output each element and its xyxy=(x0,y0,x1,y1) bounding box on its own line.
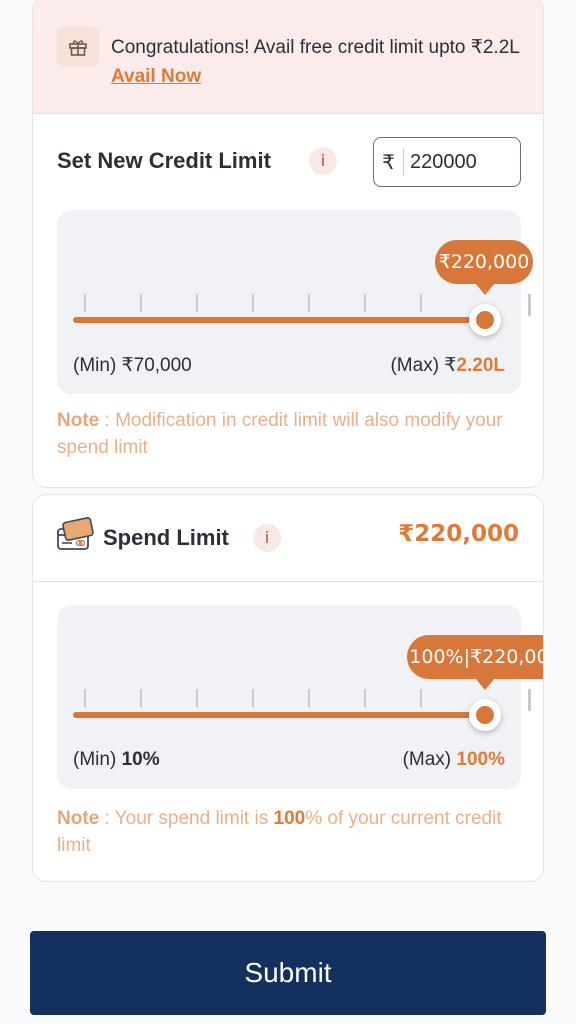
tick xyxy=(420,689,422,707)
submit-button[interactable]: Submit xyxy=(30,931,546,1015)
max-value: 2.20L xyxy=(456,355,505,376)
divider xyxy=(33,581,543,582)
credit-limit-amount-field[interactable]: ₹ xyxy=(373,137,521,187)
slider-ticks xyxy=(84,689,504,707)
credit-limit-info-icon[interactable]: i xyxy=(309,147,337,175)
tick xyxy=(140,294,142,312)
spend-limit-max-label: (Max) 100% xyxy=(403,749,505,771)
spend-limit-slider-thumb[interactable] xyxy=(469,699,501,731)
credit-limit-slider-panel: ₹220,000 (Min) ₹70,000 (Max) ₹2.20L xyxy=(57,210,533,394)
max-prefix: (Max) ₹ xyxy=(390,355,457,376)
spend-limit-slider-panel: 100%|₹220,000 (Min) 10% (Max) 100% xyxy=(57,605,543,789)
credit-limit-slider-track[interactable] xyxy=(73,317,485,323)
credit-limit-title: Set New Credit Limit xyxy=(57,148,271,173)
note-text: : Modification in credit limit will also… xyxy=(57,410,503,458)
tick xyxy=(308,689,310,707)
offer-banner: Congratulations! Avail free credit limit… xyxy=(33,0,543,114)
tick xyxy=(364,689,366,707)
avail-now-link[interactable]: Avail Now xyxy=(111,66,201,87)
credit-card-icon xyxy=(57,517,94,550)
min-value: 10% xyxy=(121,749,160,770)
spend-limit-slider-track[interactable] xyxy=(73,712,485,718)
tick xyxy=(420,294,422,312)
credit-limit-slider-thumb[interactable] xyxy=(469,304,501,336)
spend-limit-value-bubble: 100%|₹220,000 xyxy=(407,635,543,679)
credit-limit-max-label: (Max) ₹2.20L xyxy=(390,354,505,377)
min-prefix: (Min) xyxy=(73,749,122,770)
tick xyxy=(84,294,86,312)
tick xyxy=(196,689,198,707)
note-key: Note xyxy=(57,808,100,829)
spend-limit-value: ₹220,000 xyxy=(398,521,519,547)
slider-ticks xyxy=(84,294,504,312)
spend-limit-card: Spend Limit i ₹220,000 100%|₹220,000 (Mi… xyxy=(32,494,544,882)
spend-limit-title: Spend Limit xyxy=(103,525,229,550)
gift-icon xyxy=(57,27,99,67)
credit-limit-min-label: (Min) ₹70,000 xyxy=(73,355,192,376)
max-prefix: (Max) xyxy=(402,749,457,770)
spend-limit-info-icon[interactable]: i xyxy=(253,524,281,552)
offer-banner-text: Congratulations! Avail free credit limit… xyxy=(111,33,531,91)
tick xyxy=(84,689,86,707)
slider-end-marker xyxy=(528,294,531,316)
credit-limit-input[interactable] xyxy=(404,150,514,174)
note-text: : Your spend limit is xyxy=(99,808,274,829)
tick xyxy=(364,294,366,312)
tick xyxy=(140,689,142,707)
rupee-prefix: ₹ xyxy=(374,148,404,176)
slider-end-marker xyxy=(528,689,531,711)
spend-limit-min-label: (Min) 10% xyxy=(73,749,160,771)
tick xyxy=(252,294,254,312)
tick xyxy=(252,689,254,707)
offer-message: Congratulations! Avail free credit limit… xyxy=(111,37,520,58)
credit-limit-note: Note : Modification in credit limit will… xyxy=(57,407,527,461)
tick xyxy=(196,294,198,312)
spend-limit-note: Note : Your spend limit is 100% of your … xyxy=(57,805,527,859)
credit-limit-card: Congratulations! Avail free credit limit… xyxy=(32,0,544,488)
credit-limit-value-bubble: ₹220,000 xyxy=(435,240,533,284)
note-key: Note xyxy=(57,410,100,431)
tick xyxy=(308,294,310,312)
note-strong: 100 xyxy=(273,808,306,829)
max-value: 100% xyxy=(456,749,505,770)
